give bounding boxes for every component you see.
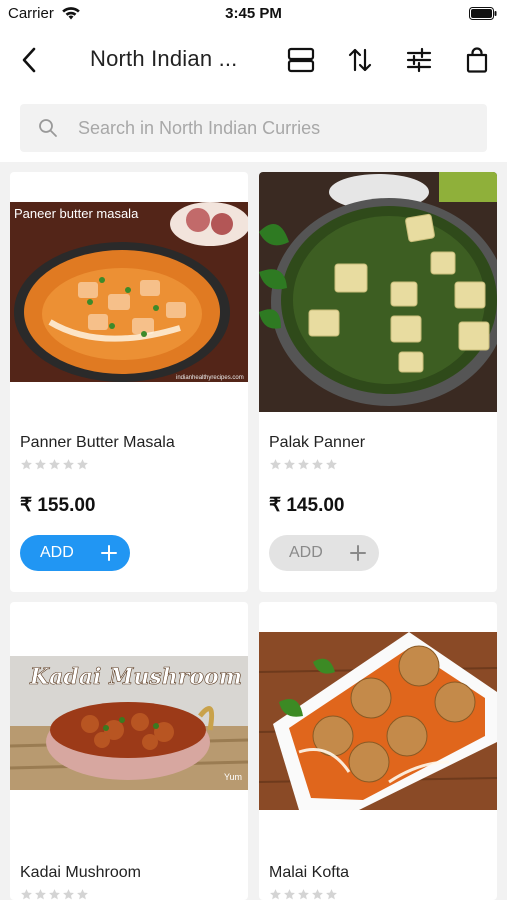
star-icon [21, 889, 32, 900]
product-name: Palak Panner [269, 434, 366, 451]
product-name: Kadai Mushroom [20, 864, 141, 881]
product-card[interactable]: Palak Panner ₹ 145.00 ADD [259, 172, 497, 592]
image-watermark: Yum [224, 772, 242, 782]
star-icon [63, 459, 74, 470]
rating-stars [20, 888, 89, 900]
rating-stars [269, 888, 338, 900]
rating-stars [269, 458, 338, 471]
star-icon [270, 889, 281, 900]
sort-button[interactable] [344, 44, 376, 76]
add-button-label: ADD [40, 544, 74, 561]
image-watermark: indianhealthyrecipes.com [176, 375, 244, 381]
cart-button[interactable] [461, 44, 493, 76]
search-icon [39, 119, 57, 137]
add-to-cart-button[interactable]: ADD [269, 535, 379, 571]
product-image: Paneer butter masala indianhealthyrecipe… [10, 202, 248, 382]
page-title: North Indian ... [90, 46, 238, 71]
star-icon [298, 459, 309, 470]
star-icon [35, 459, 46, 470]
star-icon [35, 889, 46, 900]
product-card[interactable]: Kadai Mushroom Yum Kadai Mushroom [10, 602, 248, 900]
nav-bar: North Indian ... [0, 28, 507, 92]
star-icon [49, 459, 60, 470]
status-bar: Carrier 3:45 PM [0, 0, 507, 28]
star-icon [312, 459, 323, 470]
product-price: ₹ 145.00 [269, 495, 345, 516]
star-icon [326, 889, 337, 900]
bag-icon [466, 47, 488, 73]
search-box[interactable] [20, 104, 487, 152]
star-icon [77, 459, 88, 470]
status-time: 3:45 PM [225, 5, 282, 22]
view-toggle-icon [287, 47, 315, 73]
rating-stars [20, 458, 89, 471]
star-icon [63, 889, 74, 900]
product-image: Kadai Mushroom Yum [10, 656, 248, 790]
search-input[interactable] [78, 104, 478, 152]
star-icon [21, 459, 32, 470]
star-icon [284, 889, 295, 900]
add-to-cart-button[interactable]: ADD [20, 535, 130, 571]
star-icon [312, 889, 323, 900]
plus-icon [350, 545, 366, 561]
add-button-label: ADD [289, 544, 323, 561]
star-icon [326, 459, 337, 470]
image-caption: Paneer butter masala [14, 206, 139, 221]
filter-button[interactable] [403, 44, 435, 76]
back-icon [22, 47, 36, 73]
product-grid: Paneer butter masala indianhealthyrecipe… [0, 162, 507, 900]
product-card[interactable]: Paneer butter masala indianhealthyrecipe… [10, 172, 248, 592]
star-icon [298, 889, 309, 900]
product-image [259, 632, 497, 810]
product-card[interactable]: Malai Kofta [259, 602, 497, 900]
sort-icon [348, 48, 372, 72]
star-icon [284, 459, 295, 470]
view-toggle-button[interactable] [285, 44, 317, 76]
star-icon [77, 889, 88, 900]
plus-icon [101, 545, 117, 561]
star-icon [49, 889, 60, 900]
image-caption: Kadai Mushroom [29, 664, 242, 690]
filter-icon [406, 47, 432, 73]
search-bar [0, 92, 507, 162]
product-name: Malai Kofta [269, 864, 350, 881]
product-image [259, 172, 497, 412]
battery-icon [469, 7, 497, 20]
star-icon [270, 459, 281, 470]
back-button[interactable] [14, 44, 44, 76]
product-name: Panner Butter Masala [20, 434, 175, 451]
product-price: ₹ 155.00 [20, 495, 96, 516]
